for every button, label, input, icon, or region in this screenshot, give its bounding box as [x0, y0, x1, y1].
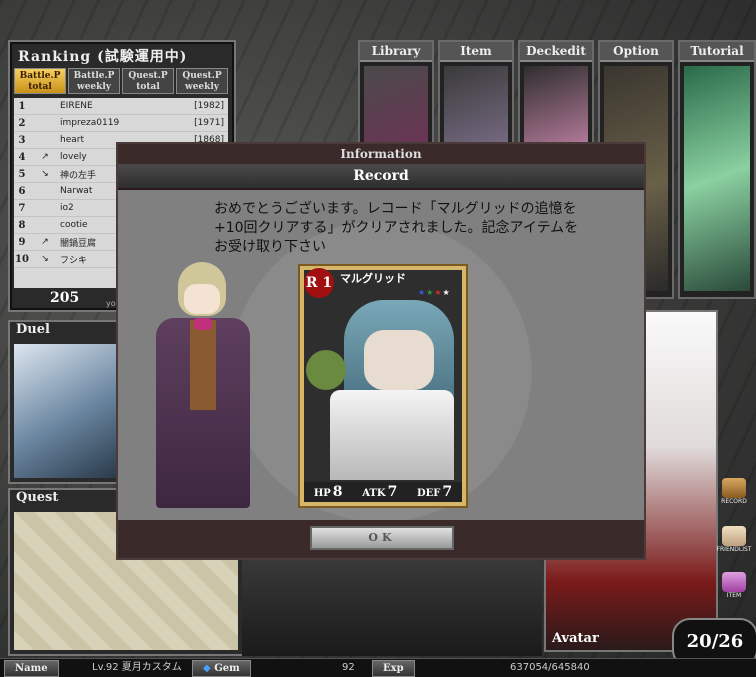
ranking-row[interactable]: 2 impreza0119 [1971] — [14, 115, 228, 132]
handshake-icon — [722, 526, 746, 546]
dialog-header: Information — [118, 144, 644, 164]
your-rank: 205 — [50, 290, 80, 306]
menu-label: Deckedit — [520, 42, 592, 62]
card-rarity: R 1 — [304, 268, 334, 298]
avatar-label: Avatar — [552, 631, 599, 646]
rank-number: 6 — [18, 185, 26, 197]
duel-art — [14, 344, 116, 478]
rank-number: 8 — [18, 219, 26, 231]
menu-tutorial[interactable]: Tutorial — [678, 40, 756, 299]
player-score: [1982] — [194, 101, 224, 111]
quest-label: Quest — [16, 490, 59, 505]
rank-number: 5 — [18, 168, 26, 180]
card-star-icon: ★★★★ — [418, 288, 451, 297]
rank-number: 1 — [18, 100, 26, 112]
atk-stat: ATK 7 — [362, 484, 398, 500]
player-name: EIRENE — [60, 101, 93, 111]
tab-battle-total[interactable]: Battle.P total — [14, 68, 66, 94]
potion-icon — [722, 572, 746, 592]
menu-label: Tutorial — [680, 42, 754, 62]
tab-battle-weekly[interactable]: Battle.P weekly — [68, 68, 120, 94]
reward-card: R 1 マルグリッド ★★★★ HP 8 ATK 7 DEF 7 — [298, 264, 468, 508]
dialog-message: おめでとうございます。レコード「マルグリッドの追憶を +10回クリアする」がクリ… — [214, 201, 579, 255]
rank-number: 4 — [18, 151, 26, 163]
trend-icon: ↗ — [41, 152, 49, 162]
menu-label: Library — [360, 42, 432, 62]
exp-label: Exp — [372, 660, 415, 677]
friendlist-button[interactable]: FRIENDLIST — [716, 526, 752, 560]
ok-button[interactable]: OK — [310, 526, 454, 550]
record-button[interactable]: RECORD — [716, 478, 752, 512]
ranking-row[interactable]: 1 EIRENE [1982] — [14, 98, 228, 115]
duel-panel[interactable]: Duel — [8, 320, 122, 484]
friendlist-label: FRIENDLIST — [716, 546, 752, 553]
tab-quest-weekly[interactable]: Quest.P weekly — [176, 68, 228, 94]
rank-number: 7 — [18, 202, 26, 214]
gem-value: 92 — [342, 662, 355, 673]
rank-number: 10 — [15, 253, 29, 265]
character-portrait — [148, 262, 258, 514]
player-name-value: Lv.92 夏月カスタム — [92, 662, 182, 673]
trend-icon: ↗ — [41, 237, 49, 247]
trend-icon: ↘ — [41, 254, 49, 264]
player-score: [1971] — [194, 118, 224, 128]
card-name: マルグリッド — [340, 272, 406, 285]
status-bar: Name Lv.92 夏月カスタム ◆ Gem 92 Exp 637054/64… — [0, 658, 756, 677]
def-stat: DEF 7 — [417, 484, 453, 500]
dialog-title: Record — [118, 164, 644, 188]
ranking-title: Ranking (試験運用中) — [18, 49, 188, 65]
menu-label: Option — [600, 42, 672, 62]
gem-icon: ◆ — [203, 663, 211, 674]
duel-label: Duel — [16, 322, 50, 337]
item-button[interactable]: ITEM — [716, 572, 752, 606]
tab-quest-total[interactable]: Quest.P total — [122, 68, 174, 94]
rank-number: 2 — [18, 117, 26, 129]
tutorial-art — [684, 66, 750, 291]
card-stats: HP 8 ATK 7 DEF 7 — [304, 482, 462, 502]
name-label: Name — [4, 660, 59, 677]
record-label: RECORD — [721, 498, 747, 505]
rank-number: 3 — [18, 134, 26, 146]
exp-value: 637054/645840 — [510, 662, 590, 673]
scene-art — [242, 556, 542, 656]
item-label: ITEM — [726, 592, 742, 599]
card-art — [304, 270, 462, 502]
trend-icon: ↘ — [41, 169, 49, 179]
trophy-icon — [722, 478, 746, 498]
player-name: impreza0119 — [60, 118, 120, 128]
dialog-body: おめでとうございます。レコード「マルグリッドの追憶を +10回クリアする」がクリ… — [118, 190, 644, 520]
ranking-tabs: Battle.P total Battle.P weekly Quest.P t… — [14, 68, 228, 94]
rank-number: 9 — [18, 236, 26, 248]
dialog-footer: OK — [118, 520, 644, 558]
hp-stat: HP 8 — [313, 484, 343, 500]
gem-label: ◆ Gem — [192, 660, 251, 677]
information-dialog: Information Record おめでとうございます。レコード「マルグリッ… — [116, 142, 646, 560]
menu-label: Item — [440, 42, 512, 62]
